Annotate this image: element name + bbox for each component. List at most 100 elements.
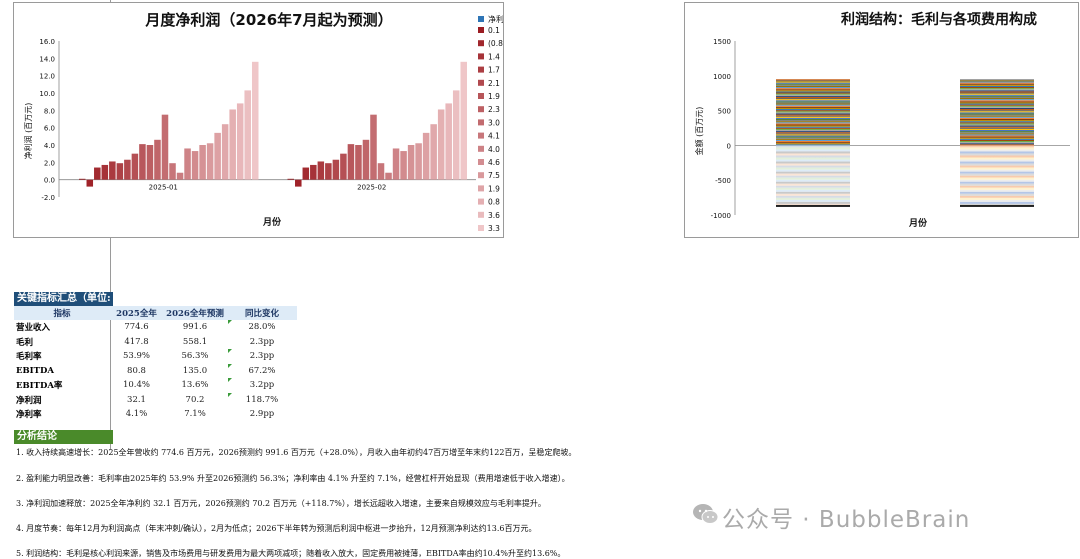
chart2-bar-segment-negative xyxy=(776,163,850,166)
chart2-bar-segment-negative xyxy=(776,151,850,154)
kpi-cell-2025[interactable]: 4.1% xyxy=(110,407,163,422)
kpi-cell-metric[interactable]: EBITDA xyxy=(14,364,110,379)
chart2-bar-segment-negative xyxy=(776,159,850,162)
chart2-title: 利润结构：毛利与各项费用构成 xyxy=(841,11,1037,28)
kpi-cell-change[interactable]: 2.3pp xyxy=(227,349,297,364)
chart2-bar-segment-positive xyxy=(960,143,1034,145)
kpi-cell-change[interactable]: 118.7% xyxy=(227,392,297,408)
chart2-bar-segment-positive xyxy=(776,134,850,136)
kpi-header-2026[interactable]: 2026全年预测 xyxy=(163,306,227,320)
chart2-bar-segment-positive xyxy=(776,125,850,127)
chart1-ytick-label: 6.0 xyxy=(44,125,55,133)
chart1-legend-label: 1.9 xyxy=(488,92,500,101)
analysis-line-2[interactable]: 2. 盈利能力明显改善：毛利率由2025年约 53.9% 升至2026预测约 5… xyxy=(16,473,570,484)
chart2-bar-segment-positive xyxy=(960,103,1034,105)
chart1-bar xyxy=(340,153,347,180)
watermark-text: 公众号 · BubbleBrain xyxy=(722,507,971,533)
chart1-legend-label: 0.8 xyxy=(488,198,500,207)
chart1-bar xyxy=(244,90,251,180)
kpi-row: EBITDA率 10.4% 13.6% 3.2pp xyxy=(14,378,297,393)
kpi-cell-metric[interactable]: 毛利 xyxy=(14,335,110,350)
chart2-bar-segment-positive xyxy=(776,120,850,122)
chart1-bar xyxy=(385,172,392,180)
cell-note-marker xyxy=(228,363,232,368)
kpi-cell-change[interactable]: 2.3pp xyxy=(227,335,297,350)
kpi-cell-change[interactable]: 67.2% xyxy=(227,363,297,379)
chart1-bar xyxy=(109,161,116,180)
chart2-bar-segment-negative xyxy=(960,163,1034,166)
chart1-ytick-label: 14.0 xyxy=(39,55,55,63)
kpi-header-2025[interactable]: 2025全年 xyxy=(110,306,163,320)
chart2-bar-segment-positive xyxy=(776,136,850,138)
chart2-bar-segment-positive xyxy=(960,95,1034,97)
kpi-header-metric[interactable]: 指标 xyxy=(14,306,110,320)
chart2-bar-segment-positive xyxy=(960,113,1034,115)
chart1-bar xyxy=(86,179,94,187)
chart2-bar-segment-positive xyxy=(960,102,1034,104)
chart1-legend-label: 1.9 xyxy=(488,184,500,193)
kpi-header-change[interactable]: 同比变化 xyxy=(227,306,297,320)
chart1-bar xyxy=(400,151,407,180)
chart2-bar-segment-positive xyxy=(776,98,850,100)
analysis-line-1[interactable]: 1. 收入持续高速增长：2025全年营收约 774.6 百万元，2026预测约 … xyxy=(16,447,576,458)
kpi-cell-2026[interactable]: 13.6% xyxy=(163,378,227,393)
chart2-bar-segment-positive xyxy=(776,123,850,125)
chart2-bar-segment-positive xyxy=(960,106,1034,108)
kpi-cell-2025[interactable]: 10.4% xyxy=(110,378,163,393)
chart2-ytick-label: 0 xyxy=(727,142,731,150)
kpi-cell-change[interactable]: 3.2pp xyxy=(227,378,297,393)
chart1-legend-label: 4.0 xyxy=(488,145,500,154)
kpi-cell-change[interactable]: 28.0% xyxy=(227,320,297,335)
chart2-bar-segment-negative xyxy=(960,191,1034,194)
chart2-bar-segment-positive xyxy=(776,90,850,92)
chart2-bar-segment-positive xyxy=(776,129,850,132)
chart1-bar xyxy=(430,124,437,180)
chart2-bar-segment-positive xyxy=(960,142,1034,144)
kpi-cell-metric[interactable]: 净利率 xyxy=(14,407,110,422)
kpi-cell-metric[interactable]: 毛利率 xyxy=(14,349,110,364)
chart2-bar-segment-positive xyxy=(960,105,1034,107)
chart1-bar xyxy=(139,144,146,180)
chart1-bar xyxy=(287,178,295,180)
kpi-cell-metric[interactable]: 净利润 xyxy=(14,393,110,408)
kpi-cell-metric[interactable]: EBITDA率 xyxy=(14,378,110,393)
chart2-bar-segment-negative xyxy=(960,161,1034,164)
kpi-cell-2025[interactable]: 32.1 xyxy=(110,393,163,408)
chart2-bar-segment-positive xyxy=(960,121,1034,123)
chart1-legend-label: 4.6 xyxy=(488,158,500,167)
chart2-bar-segment-negative xyxy=(960,187,1034,190)
chart2-bar-segment-positive xyxy=(960,127,1034,129)
chart1-bar xyxy=(310,164,317,180)
analysis-line-3[interactable]: 3. 净利润加速释放：2025全年净利约 32.1 百万元，2026预测约 70… xyxy=(16,498,546,509)
kpi-cell-2026[interactable]: 7.1% xyxy=(163,407,227,422)
chart1-bar xyxy=(221,124,229,180)
chart1-bar xyxy=(191,151,199,180)
kpi-cell-2025[interactable]: 417.8 xyxy=(110,335,163,350)
kpi-cell-2025[interactable]: 53.9% xyxy=(110,349,163,364)
kpi-cell-2026[interactable]: 991.6 xyxy=(163,320,227,335)
chart2-bar-segment-positive xyxy=(776,96,850,99)
chart2-bar-segment-positive xyxy=(776,122,850,124)
kpi-cell-2026[interactable]: 70.2 xyxy=(163,393,227,408)
chart2-bar-segment-positive xyxy=(776,128,850,130)
kpi-cell-metric[interactable]: 营业收入 xyxy=(14,320,110,335)
profit-structure-chart[interactable]: 利润结构：毛利与各项费用构成 金额 (百万元) 月份 1500 1000 500 0 -… xyxy=(684,2,1079,238)
chart1-bar xyxy=(302,167,310,180)
chart2-bar-segment-negative xyxy=(960,177,1034,180)
analysis-line-4[interactable]: 4. 月度节奏：每年12月为利润高点（年末冲刺/确认），2月为低点；2026下半… xyxy=(16,523,537,534)
net-profit-chart[interactable]: 月度净利润（2026年7月起为预测） 净利润 (百万元) 月份 净利润 16.0… xyxy=(13,2,512,238)
kpi-cell-change[interactable]: 2.9pp xyxy=(227,407,297,422)
kpi-cell-2025[interactable]: 80.8 xyxy=(110,364,163,379)
analysis-line-5[interactable]: 5. 利润结构：毛利是核心利润来源，销售及市场费用与研发费用为最大两项减项；随着… xyxy=(16,548,565,559)
kpi-cell-2026[interactable]: 56.3% xyxy=(163,349,227,364)
chart2-bar-segment-negative xyxy=(776,187,850,190)
chart1-legend-title: 净利润 xyxy=(488,14,503,24)
kpi-cell-2025[interactable]: 774.6 xyxy=(110,320,163,335)
kpi-cell-2026[interactable]: 135.0 xyxy=(163,364,227,379)
chart2-bar-segment-positive xyxy=(960,98,1034,100)
chart2-bar-segment-positive xyxy=(776,80,850,82)
chart1-bar xyxy=(460,61,467,180)
chart2-bar-segment-positive xyxy=(960,96,1034,99)
chart1-legend-swatch xyxy=(478,198,484,205)
kpi-cell-2026[interactable]: 558.1 xyxy=(163,335,227,350)
